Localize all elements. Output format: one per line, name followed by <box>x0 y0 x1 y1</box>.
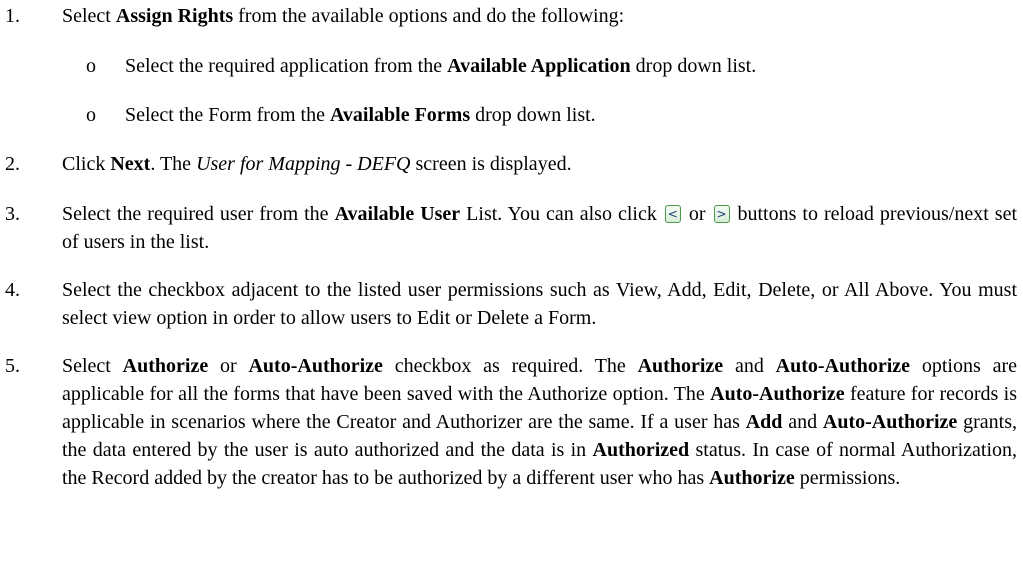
bold-term: Auto-Authorize <box>775 355 911 377</box>
text-run: checkbox as required. The <box>382 355 638 377</box>
bold-term: Authorize <box>637 355 724 377</box>
text-run: Select the required application from the <box>125 55 448 77</box>
text-run: List. You can also click <box>460 203 663 225</box>
previous-button-icon: < <box>664 205 681 223</box>
bold-term: Auto-Authorize <box>822 411 958 433</box>
text-run: and <box>723 355 776 377</box>
next-button-icon: > <box>713 205 730 223</box>
step-text: Select Authorize or Auto-Authorize check… <box>62 352 1017 492</box>
text-run: Select <box>62 5 116 27</box>
text-run: Select <box>62 355 123 377</box>
step-number: 2. <box>5 153 20 175</box>
step-number: 3. <box>5 203 20 225</box>
sub-step-text: Select the required application from the… <box>125 52 756 80</box>
text-run: drop down list. <box>630 55 757 77</box>
step-number: 5. <box>5 355 20 377</box>
bold-term: Assign Rights <box>115 5 234 27</box>
nav-button-glyph: > <box>716 207 727 221</box>
text-run: . The <box>150 153 197 175</box>
text-run: from the available options and do the fo… <box>233 5 625 27</box>
step-number: 1. <box>5 5 20 27</box>
nav-button-glyph: < <box>667 207 678 221</box>
text-run: Select the Form from the <box>125 104 330 126</box>
text-run: permissions. <box>794 467 901 489</box>
text-run: Select the required user from the <box>62 203 335 225</box>
bold-term: Auto-Authorize <box>710 383 845 405</box>
bold-term: Authorize <box>122 355 209 377</box>
step-text: Click Next. The User for Mapping - DEFQ … <box>62 150 1017 178</box>
step-text: Select the required user from the Availa… <box>62 200 1017 256</box>
step-text: Select the checkbox adjacent to the list… <box>62 276 1017 332</box>
bold-term: Authorize <box>709 467 795 489</box>
text-run: and <box>782 411 823 433</box>
text-run: or <box>208 355 249 377</box>
bold-term: Available Forms <box>329 104 471 126</box>
step-text: Select Assign Rights from the available … <box>62 2 1017 30</box>
bullet-marker: o <box>86 55 96 77</box>
text-run: Select the checkbox adjacent to the list… <box>62 279 1017 329</box>
step-number: 4. <box>5 279 20 301</box>
bold-term: Next <box>110 153 151 175</box>
text-run: screen is displayed. <box>410 153 572 175</box>
bullet-marker: o <box>86 104 96 126</box>
bold-term: Authorized <box>592 439 690 461</box>
bold-term: Available User <box>334 203 461 225</box>
bold-term: Available Application <box>447 55 631 77</box>
text-run: drop down list. <box>470 104 596 126</box>
text-run: or <box>682 203 712 225</box>
text-run: Click <box>62 153 111 175</box>
bold-term: Add <box>745 411 783 433</box>
sub-step-text: Select the Form from the Available Forms… <box>125 101 596 129</box>
bold-term: Auto-Authorize <box>248 355 383 377</box>
italic-term: User for Mapping - DEFQ <box>196 153 411 175</box>
